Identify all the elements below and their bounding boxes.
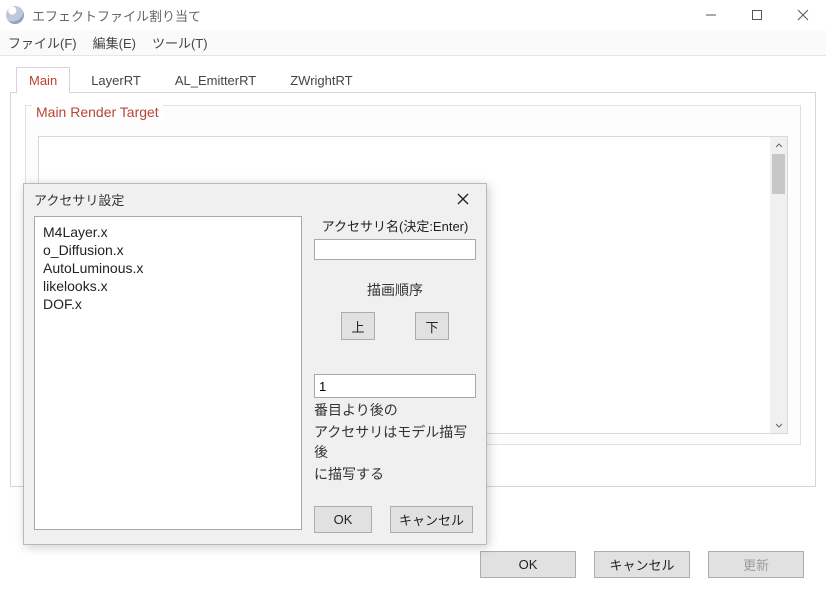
window-controls xyxy=(688,0,826,30)
dialog-titlebar: アクセサリ設定 xyxy=(24,184,486,214)
dialog-cancel-button[interactable]: キャンセル xyxy=(390,506,473,533)
ok-button[interactable]: OK xyxy=(480,551,576,578)
menu-file[interactable]: ファイル(F) xyxy=(8,33,77,52)
order-up-button[interactable]: 上 xyxy=(341,312,375,340)
close-button[interactable] xyxy=(780,0,826,30)
accessory-name-input[interactable] xyxy=(314,239,476,260)
tab-main[interactable]: Main xyxy=(16,67,70,93)
list-item[interactable]: DOF.x xyxy=(43,295,293,313)
order-text-suffix1: 番目より後の xyxy=(314,400,398,420)
order-text-line3: に描写する xyxy=(314,464,476,484)
list-item[interactable]: likelooks.x xyxy=(43,277,293,295)
tab-layerrt[interactable]: LayerRT xyxy=(78,67,154,93)
tabstrip: Main LayerRT AL_EmitterRT ZWrightRT xyxy=(16,67,816,93)
order-number-input[interactable] xyxy=(314,374,476,398)
accessory-name-label: アクセサリ名(決定:Enter) xyxy=(314,216,476,235)
minimize-button[interactable] xyxy=(688,0,734,30)
list-item[interactable]: M4Layer.x xyxy=(43,223,293,241)
accessory-list[interactable]: M4Layer.x o_Diffusion.x AutoLuminous.x l… xyxy=(34,216,302,530)
window-title: エフェクトファイル割り当て xyxy=(32,6,688,25)
update-button[interactable]: 更新 xyxy=(708,551,804,578)
scroll-up-icon[interactable] xyxy=(770,137,787,154)
order-description: 番目より後の アクセサリはモデル描写後 に描写する xyxy=(314,374,476,484)
list-item[interactable]: AutoLuminous.x xyxy=(43,259,293,277)
footer-buttons: OK キャンセル 更新 xyxy=(480,551,804,578)
menu-edit[interactable]: 編集(E) xyxy=(93,33,136,52)
menu-tool[interactable]: ツール(T) xyxy=(152,33,208,52)
menubar: ファイル(F) 編集(E) ツール(T) xyxy=(0,30,826,56)
dialog-close-button[interactable] xyxy=(450,186,476,212)
scroll-down-icon[interactable] xyxy=(770,416,787,433)
tab-al-emitterrt[interactable]: AL_EmitterRT xyxy=(162,67,269,93)
tab-zwrightrt[interactable]: ZWrightRT xyxy=(277,67,365,93)
dialog-ok-button[interactable]: OK xyxy=(314,506,372,533)
order-down-button[interactable]: 下 xyxy=(415,312,449,340)
vertical-scrollbar[interactable] xyxy=(770,137,787,433)
accessory-settings-dialog: アクセサリ設定 M4Layer.x o_Diffusion.x AutoLumi… xyxy=(23,183,487,545)
maximize-button[interactable] xyxy=(734,0,780,30)
app-icon xyxy=(6,6,24,24)
dialog-title: アクセサリ設定 xyxy=(34,190,124,209)
scrollbar-thumb[interactable] xyxy=(772,154,785,194)
order-text-line2: アクセサリはモデル描写後 xyxy=(314,422,476,462)
titlebar: エフェクトファイル割り当て xyxy=(0,0,826,30)
group-label: Main Render Target xyxy=(32,104,163,120)
list-item[interactable]: o_Diffusion.x xyxy=(43,241,293,259)
cancel-button[interactable]: キャンセル xyxy=(594,551,690,578)
draw-order-label: 描画順序 xyxy=(314,280,476,300)
